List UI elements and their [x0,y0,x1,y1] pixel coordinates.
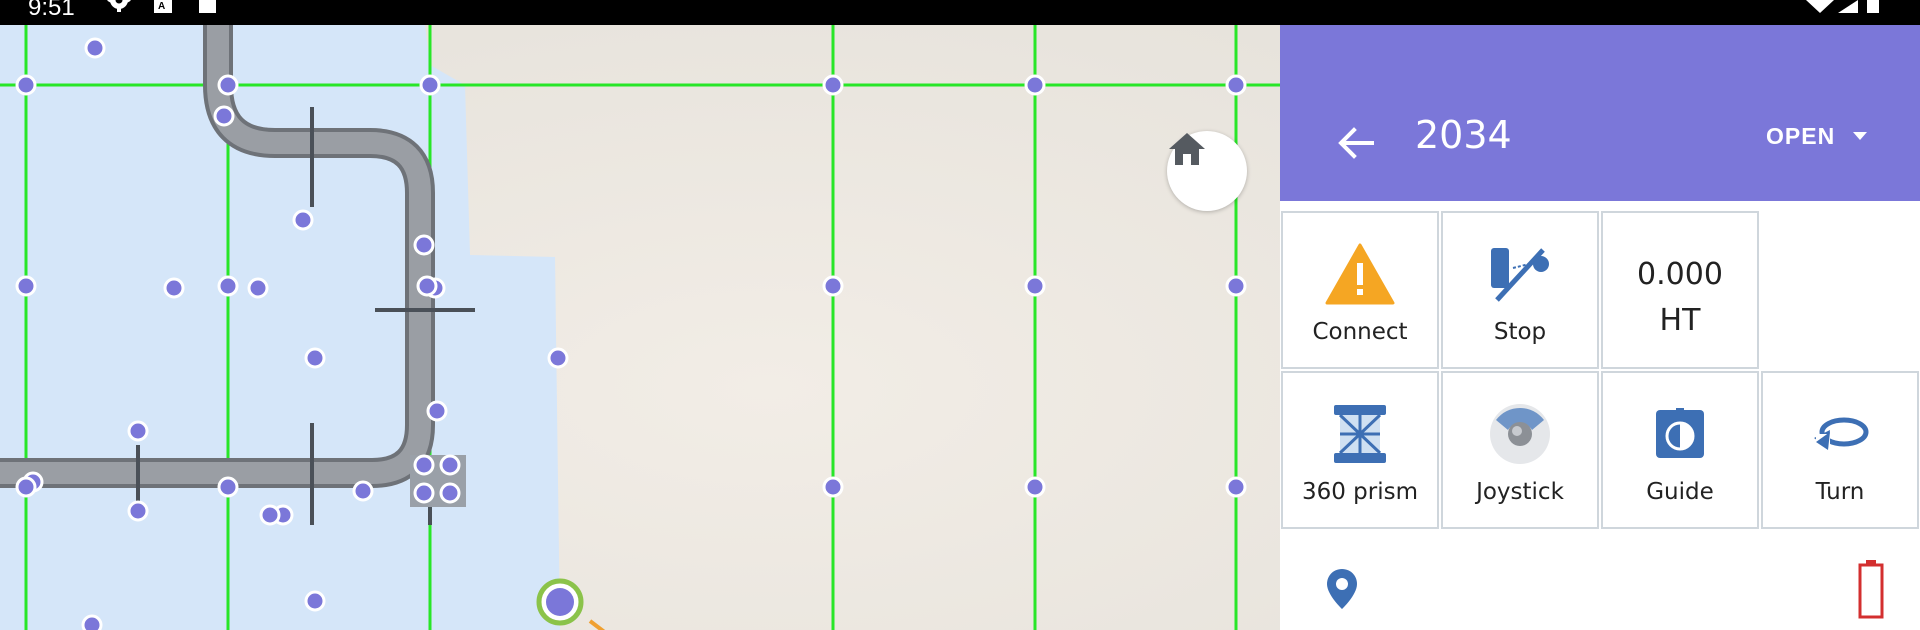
connect-tile[interactable]: Connect [1281,211,1439,369]
joystick-icon [1490,404,1550,464]
location-pin-icon[interactable] [1325,567,1359,611]
stop-instrument-icon [1491,248,1549,302]
prism-360-icon [1334,405,1386,463]
stop-tile[interactable]: Stop [1441,211,1599,369]
joystick-tile[interactable]: Joystick [1441,371,1599,529]
status-time: 9:51 [28,0,75,21]
side-panel: 2034 OPEN Connect Stop 0.000 HT 360 pris… [1280,25,1920,630]
map-canvas[interactable] [0,25,1280,630]
caret-down-icon [1853,131,1868,140]
height-unit: HT [1659,303,1701,338]
home-icon [1169,133,1205,165]
joystick-label: Joystick [1476,479,1564,505]
height-value: 0.000 [1637,257,1723,292]
turn-label: Turn [1815,479,1865,505]
guide-tile[interactable]: Guide [1601,371,1759,529]
guide-icon [1656,408,1704,458]
connect-label: Connect [1312,319,1408,345]
stop-label: Stop [1493,319,1547,345]
bottom-bar [1280,557,1920,630]
arrow-left-icon [1338,127,1374,159]
square-icon [199,0,216,13]
battery-icon [1867,0,1879,13]
map-view[interactable] [0,25,1280,630]
panel-header: 2034 OPEN [1280,25,1920,201]
svg-text:A: A [158,1,165,12]
wifi-icon [1806,0,1834,13]
warning-triangle-icon [1325,243,1395,305]
text-app-icon: A [154,0,172,13]
signal-icon [1838,0,1858,13]
status-dropdown[interactable]: OPEN [1766,123,1875,150]
height-tile[interactable]: 0.000 HT [1601,211,1759,369]
battery-empty-icon [1858,560,1884,619]
status-label: OPEN [1766,123,1836,149]
guide-label: Guide [1646,479,1714,505]
job-title: 2034 [1415,113,1512,157]
prism-360-label: 360 prism [1301,479,1419,505]
back-button[interactable] [1330,117,1382,169]
prism-360-tile[interactable]: 360 prism [1281,371,1439,529]
status-bar: 9:51 A [0,0,1920,25]
turn-tile[interactable]: Turn [1761,371,1919,529]
gear-icon [107,0,131,12]
home-button[interactable] [1167,131,1247,211]
turn-icon [1814,417,1869,450]
